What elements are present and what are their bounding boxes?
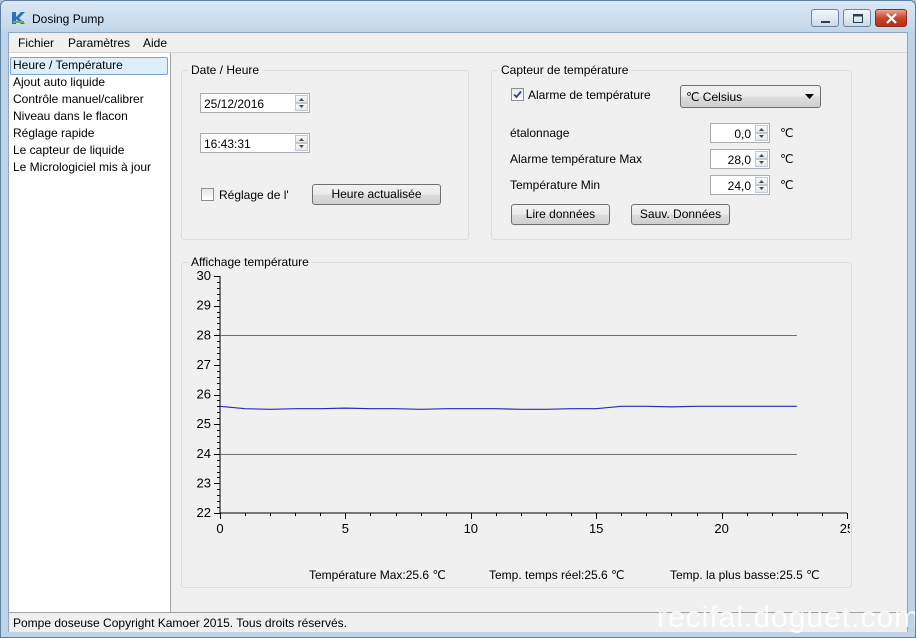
app-window: Dosing Pump Fichier Paramètres Aide Heur… <box>0 0 916 638</box>
calibration-unit: ℃ <box>780 126 794 140</box>
sidebar-item-niveau-flacon[interactable]: Niveau dans le flacon <box>12 108 128 124</box>
temperature-series-line <box>219 405 797 410</box>
date-down-arrow-icon[interactable] <box>295 103 308 111</box>
read-data-button[interactable]: Lire données <box>511 204 610 225</box>
minimize-icon <box>821 21 830 23</box>
y-tick-label: 27 <box>197 357 211 372</box>
chart-footer-realtime: Temp. temps réel:25.6 ℃ <box>489 568 625 582</box>
kamoer-logo-icon <box>12 12 25 24</box>
max-alarm-unit: ℃ <box>780 152 794 166</box>
chart-group-title: Affichage température <box>188 255 312 269</box>
refresh-time-button[interactable]: Heure actualisée <box>312 184 441 205</box>
minimize-button[interactable] <box>811 9 839 27</box>
min-temp-input[interactable]: 24,0 <box>710 175 770 195</box>
auto-time-label: Réglage de l' <box>219 188 289 202</box>
calibration-value: 0,0 <box>734 127 751 141</box>
chart-footer-min: Temp. la plus basse:25.5 ℃ <box>670 568 820 582</box>
chevron-down-icon <box>805 94 814 99</box>
menu-fichier[interactable]: Fichier <box>18 36 54 50</box>
date-up-arrow-icon[interactable] <box>295 95 308 103</box>
save-data-button[interactable]: Sauv. Données <box>631 204 730 225</box>
min-temp-label: Température Min <box>510 178 601 192</box>
calibration-down-arrow-icon[interactable] <box>755 133 768 141</box>
sidebar-nav: Heure / Température Ajout auto liquide C… <box>9 53 171 612</box>
max-down-arrow-icon[interactable] <box>755 159 768 167</box>
temp-unit-select[interactable]: ℃ Celsius <box>680 85 821 108</box>
sidebar-item-heure-temperature[interactable]: Heure / Température <box>10 57 168 75</box>
max-alarm-label: Alarme température Max <box>510 152 643 166</box>
temp-alarm-label: Alarme de température <box>528 88 651 102</box>
y-tick-label: 28 <box>197 327 211 342</box>
calibration-input[interactable]: 0,0 <box>710 123 770 143</box>
menu-aide[interactable]: Aide <box>143 36 167 50</box>
time-input[interactable]: 16:43:31 <box>200 133 310 153</box>
datetime-group-title: Date / Heure <box>188 63 263 77</box>
sidebar-item-controle-manuel[interactable]: Contrôle manuel/calibrer <box>12 91 144 107</box>
calibration-label: étalonnage <box>510 126 570 140</box>
x-tick-label: 15 <box>589 521 603 536</box>
date-value: 25/12/2016 <box>204 97 265 111</box>
time-down-arrow-icon[interactable] <box>295 143 308 151</box>
status-text: Pompe doseuse Copyright Kamoer 2015. Tou… <box>13 616 347 630</box>
x-tick-label: 10 <box>464 521 478 536</box>
client-area: Fichier Paramètres Aide Heure / Températ… <box>8 32 908 632</box>
temp-alarm-checkbox[interactable] <box>511 88 524 101</box>
maximize-button[interactable] <box>843 9 871 27</box>
time-value: 16:43:31 <box>204 137 251 151</box>
max-alarm-value: 28,0 <box>727 153 751 167</box>
sidebar-item-micrologiciel[interactable]: Le Micrologiciel mis à jour <box>12 159 151 175</box>
x-tick-label: 0 <box>216 521 223 536</box>
chart-footer-max: Température Max:25.6 ℃ <box>309 568 446 582</box>
max-alarm-input[interactable]: 28,0 <box>710 149 770 169</box>
y-tick-label: 22 <box>197 505 211 520</box>
close-button[interactable] <box>875 9 907 27</box>
close-icon <box>886 13 897 24</box>
min-temp-unit: ℃ <box>780 178 794 192</box>
restore-icon <box>853 14 863 23</box>
x-tick-label: 20 <box>714 521 728 536</box>
sidebar-item-ajout-auto[interactable]: Ajout auto liquide <box>12 74 105 90</box>
checkmark-icon <box>513 90 522 99</box>
time-up-arrow-icon[interactable] <box>295 135 308 143</box>
watermark: recifal.doguet.com <box>657 601 916 634</box>
x-tick-label: 5 <box>342 521 349 536</box>
sidebar-item-capteur-liquide[interactable]: Le capteur de liquide <box>12 142 124 158</box>
y-tick-label: 24 <box>197 446 211 461</box>
auto-time-checkbox[interactable] <box>201 188 214 201</box>
calibration-up-arrow-icon[interactable] <box>755 125 768 133</box>
y-tick-label: 23 <box>197 475 211 490</box>
y-tick-label: 26 <box>197 387 211 402</box>
sensor-group-title: Capteur de température <box>498 63 632 77</box>
y-tick-label: 29 <box>197 298 211 313</box>
max-up-arrow-icon[interactable] <box>755 151 768 159</box>
menu-parametres[interactable]: Paramètres <box>68 36 130 50</box>
window-title: Dosing Pump <box>32 12 105 26</box>
y-tick-label: 30 <box>197 271 211 283</box>
x-tick-label: 25 <box>840 521 850 536</box>
sidebar-item-reglage-rapide[interactable]: Réglage rapide <box>12 125 94 141</box>
temp-unit-value: ℃ Celsius <box>686 90 743 104</box>
temperature-chart: 22 23 24 25 26 27 28 29 30 0 5 10 15 20 25 <box>197 271 850 536</box>
min-up-arrow-icon[interactable] <box>755 177 768 185</box>
min-down-arrow-icon[interactable] <box>755 185 768 193</box>
min-temp-value: 24,0 <box>727 179 751 193</box>
y-tick-label: 25 <box>197 416 211 431</box>
date-input[interactable]: 25/12/2016 <box>200 93 310 113</box>
title-bar[interactable]: Dosing Pump <box>1 1 915 32</box>
menu-bar: Fichier Paramètres Aide <box>9 33 907 53</box>
